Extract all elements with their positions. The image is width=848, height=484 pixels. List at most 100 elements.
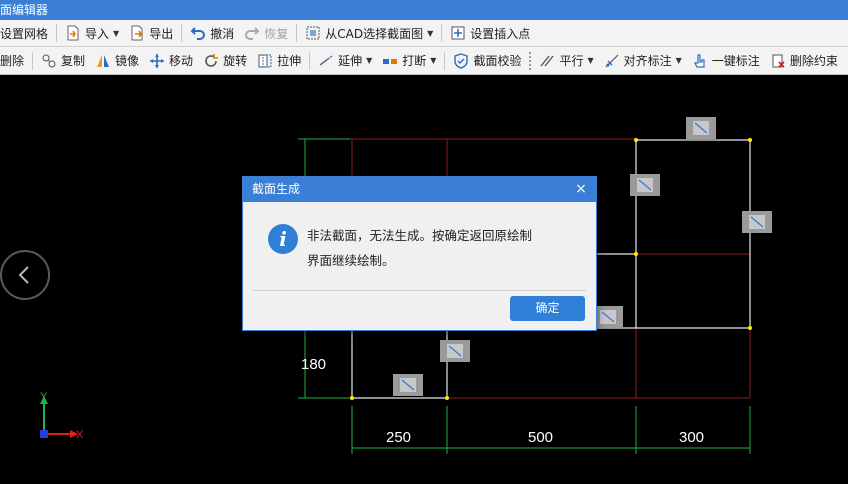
mirror-icon	[97, 54, 110, 67]
align-dimension-button[interactable]: 对齐标注 ▼	[599, 50, 687, 72]
redo-label: 恢复	[264, 26, 289, 41]
grid-label: 设置网格	[0, 26, 49, 41]
copy-icon	[42, 54, 56, 67]
ok-button[interactable]: 确定	[510, 296, 585, 321]
chevron-down-icon[interactable]: ▼	[587, 56, 593, 65]
undo-icon	[190, 27, 206, 40]
redo-icon	[245, 27, 260, 40]
extend-button[interactable]: 延伸 ▼	[313, 50, 377, 72]
move-icon	[150, 53, 165, 68]
align-dimension-icon	[605, 54, 619, 67]
dialog-divider	[253, 290, 586, 291]
toolbar-main: 设置网格 导入 ▼ 导出 撤消 恢复 从CAD选择截面图 ▼ 设置插入点	[0, 20, 848, 47]
extend-label: 延伸	[338, 54, 363, 68]
section-generate-dialog: 截面生成 × i 非法截面，无法生成。按确定返回原绘制 界面继续绘制。 确定	[242, 176, 597, 331]
dimension-label-500: 500	[528, 429, 553, 446]
undo-label: 撤消	[210, 26, 235, 41]
constraint-marker-icon	[686, 117, 716, 139]
grid-button[interactable]: 设置网格	[0, 22, 53, 44]
break-button[interactable]: 打断 ▼	[377, 50, 441, 72]
align-dimension-label: 对齐标注	[623, 54, 672, 68]
chevron-left-icon	[18, 266, 29, 284]
previous-button[interactable]	[0, 250, 50, 300]
dialog-title: 截面生成	[252, 182, 301, 196]
delete-label: 删除	[0, 54, 25, 68]
select-from-cad-button[interactable]: 从CAD选择截面图 ▼	[300, 22, 438, 44]
extend-icon	[319, 54, 333, 66]
stretch-icon	[258, 54, 272, 67]
chevron-down-icon[interactable]: ▼	[430, 56, 436, 65]
toolbar-grip[interactable]	[529, 51, 532, 70]
import-label: 导入	[85, 26, 110, 41]
toolbar-separator	[32, 51, 34, 70]
mirror-button[interactable]: 镜像	[90, 50, 144, 72]
delete-constraint-button[interactable]: 删除约束	[765, 50, 843, 72]
select-from-cad-label: 从CAD选择截面图	[325, 26, 424, 41]
constraint-marker-icon	[630, 174, 660, 196]
toolbar-separator	[181, 24, 183, 42]
dialog-message-line1: 非法截面，无法生成。按确定返回原绘制	[307, 228, 533, 243]
cad-select-icon	[306, 26, 320, 40]
parallel-label: 平行	[559, 54, 584, 68]
undo-button[interactable]: 撤消	[185, 22, 239, 44]
rotate-label: 旋转	[223, 54, 248, 68]
break-label: 打断	[402, 54, 427, 68]
dialog-message-line2: 界面继续绘制。	[307, 253, 395, 268]
export-label: 导出	[149, 26, 174, 41]
dimension-label-300: 300	[679, 429, 704, 446]
import-icon	[67, 25, 79, 41]
rotate-button[interactable]: 旋转	[198, 50, 252, 72]
section-check-label: 截面校验	[473, 54, 522, 68]
chevron-down-icon[interactable]: ▼	[676, 56, 682, 65]
constraint-marker-icon	[440, 340, 470, 362]
rotate-icon	[205, 53, 219, 67]
move-label: 移动	[169, 54, 194, 68]
parallel-icon	[540, 55, 554, 66]
dimension-label-180: 180	[301, 356, 326, 373]
dialog-body: i 非法截面，无法生成。按确定返回原绘制 界面继续绘制。	[243, 202, 596, 290]
redo-button[interactable]: 恢复	[239, 22, 293, 44]
toolbar-separator	[441, 24, 443, 42]
info-icon: i	[268, 224, 298, 254]
mirror-label: 镜像	[115, 54, 140, 68]
section-check-button[interactable]: 截面校验	[448, 50, 526, 72]
export-button[interactable]: 导出	[124, 22, 178, 44]
one-click-dimension-button[interactable]: 一键标注	[687, 50, 765, 72]
x-axis-label: X	[76, 429, 84, 441]
copy-button[interactable]: 复制	[36, 50, 90, 72]
set-insert-point-button[interactable]: 设置插入点	[445, 22, 535, 44]
chevron-down-icon[interactable]: ▼	[113, 29, 119, 38]
dialog-message: 非法截面，无法生成。按确定返回原绘制 界面继续绘制。	[307, 223, 577, 273]
copy-label: 复制	[61, 54, 86, 68]
set-insert-point-label: 设置插入点	[470, 26, 531, 41]
constraint-marker-icon	[593, 306, 623, 328]
toolbar-separator	[56, 24, 58, 42]
toolbar-separator	[444, 51, 446, 70]
break-icon	[383, 58, 398, 64]
insert-point-icon	[451, 26, 465, 40]
import-button[interactable]: 导入 ▼	[60, 22, 124, 44]
parallel-button[interactable]: 平行 ▼	[534, 50, 598, 72]
constraint-marker-icon	[742, 211, 772, 233]
toolbar-separator	[309, 51, 311, 70]
axis-indicator: Y X	[40, 391, 84, 441]
shield-check-icon	[454, 52, 469, 69]
stretch-label: 拉伸	[277, 54, 302, 68]
export-icon	[131, 25, 143, 41]
dialog-titlebar: 截面生成 ×	[243, 177, 596, 202]
chevron-down-icon[interactable]: ▼	[366, 56, 372, 65]
close-icon[interactable]: ×	[574, 177, 588, 202]
hand-pointer-icon	[693, 53, 705, 68]
toolbar-edit: 删除 复制 镜像 移动 旋转 拉伸 延伸 ▼ 打断 ▼ 截面校验 平行 ▼ 对齐标	[0, 47, 848, 75]
move-button[interactable]: 移动	[144, 50, 198, 72]
delete-button[interactable]: 删除	[0, 50, 29, 72]
stretch-button[interactable]: 拉伸	[252, 50, 306, 72]
constraint-marker-icon	[393, 374, 423, 396]
one-click-dimension-label: 一键标注	[711, 54, 760, 68]
window-title: 面编辑器	[0, 0, 848, 20]
delete-constraint-icon	[772, 54, 785, 68]
delete-constraint-label: 删除约束	[789, 54, 838, 68]
toolbar-separator	[296, 24, 298, 42]
dimension-label-250: 250	[386, 429, 411, 446]
chevron-down-icon[interactable]: ▼	[427, 29, 433, 38]
